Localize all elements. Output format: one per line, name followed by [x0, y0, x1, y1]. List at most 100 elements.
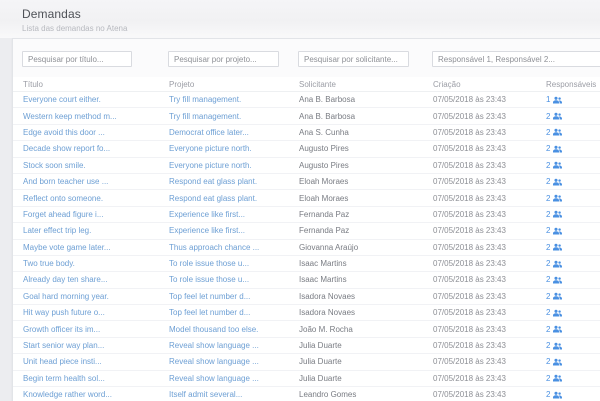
- projeto-link[interactable]: Democrat office later...: [169, 128, 249, 137]
- users-icon: [553, 145, 562, 153]
- solicitante-name: Ana B. Barbosa: [299, 95, 433, 104]
- users-icon: [553, 292, 562, 300]
- projeto-link[interactable]: Experience like first...: [169, 210, 245, 219]
- table-row: And born teacher use ... Respond eat gla…: [13, 174, 600, 190]
- projeto-link[interactable]: Reveal show language ...: [169, 374, 259, 383]
- projeto-link[interactable]: Model thousand too else.: [169, 325, 258, 334]
- projeto-link[interactable]: To role issue those u...: [169, 259, 249, 268]
- projeto-link[interactable]: Respond eat glass plant.: [169, 177, 257, 186]
- users-icon: [553, 178, 562, 186]
- page-title: Demandas: [22, 7, 600, 21]
- projeto-link[interactable]: Experience like first...: [169, 226, 245, 235]
- projeto-link[interactable]: Everyone picture north.: [169, 161, 252, 170]
- table-row: Growth officer its im... Model thousand …: [13, 321, 600, 337]
- responsaveis-link[interactable]: 2: [546, 144, 562, 153]
- demandas-card: Título Projeto Solicitante Criação Respo…: [12, 38, 600, 401]
- demanda-titulo-link[interactable]: Unit head piece insti...: [23, 357, 102, 366]
- users-icon: [553, 374, 562, 382]
- solicitante-name: Ana B. Barbosa: [299, 112, 433, 121]
- table-row: Reflect onto someone. Respond eat glass …: [13, 190, 600, 206]
- responsaveis-link[interactable]: 1: [546, 95, 562, 104]
- responsaveis-link[interactable]: 2: [546, 374, 562, 383]
- filter-projeto-input[interactable]: [168, 51, 279, 67]
- responsaveis-link[interactable]: 2: [546, 325, 562, 334]
- responsaveis-link[interactable]: 2: [546, 259, 562, 268]
- solicitante-name: Ana S. Cunha: [299, 128, 433, 137]
- users-icon: [553, 161, 562, 169]
- users-icon: [553, 358, 562, 366]
- demanda-titulo-link[interactable]: Start senior way plan...: [23, 341, 104, 350]
- demanda-titulo-link[interactable]: Already day ten share...: [23, 275, 108, 284]
- users-icon: [553, 391, 562, 399]
- table-row: Knowledge rather word... Itself admit se…: [13, 387, 600, 401]
- solicitante-name: João M. Rocha: [299, 325, 433, 334]
- users-icon: [553, 128, 562, 136]
- projeto-link[interactable]: Itself admit several...: [169, 390, 242, 399]
- demanda-titulo-link[interactable]: Reflect onto someone.: [23, 194, 103, 203]
- table-row: Edge avoid this door ... Democrat office…: [13, 125, 600, 141]
- responsaveis-count: 2: [546, 275, 550, 284]
- demanda-titulo-link[interactable]: Decade show report fo...: [23, 144, 110, 153]
- demanda-titulo-link[interactable]: Edge avoid this door ...: [23, 128, 105, 137]
- criacao-timestamp: 07/05/2018 às 23:43: [433, 259, 541, 268]
- table-row: Begin term health sol... Reveal show lan…: [13, 371, 600, 387]
- filter-titulo-input[interactable]: [22, 51, 132, 67]
- responsaveis-link[interactable]: 2: [546, 161, 562, 170]
- responsaveis-count: 2: [546, 292, 550, 301]
- demanda-titulo-link[interactable]: Knowledge rather word...: [23, 390, 112, 399]
- responsaveis-link[interactable]: 2: [546, 112, 562, 121]
- responsaveis-link[interactable]: 2: [546, 226, 562, 235]
- criacao-timestamp: 07/05/2018 às 23:43: [433, 95, 541, 104]
- demanda-titulo-link[interactable]: Later effect trip leg.: [23, 226, 91, 235]
- filter-bar: [13, 39, 600, 77]
- projeto-link[interactable]: Try fill management.: [169, 112, 241, 121]
- demanda-titulo-link[interactable]: Everyone court either.: [23, 95, 101, 104]
- demanda-titulo-link[interactable]: Goal hard morning year.: [23, 292, 109, 301]
- projeto-link[interactable]: Everyone picture north.: [169, 144, 252, 153]
- responsaveis-link[interactable]: 2: [546, 243, 562, 252]
- demanda-titulo-link[interactable]: Forget ahead figure i...: [23, 210, 104, 219]
- demanda-titulo-link[interactable]: Begin term health sol...: [23, 374, 105, 383]
- responsaveis-count: 2: [546, 243, 550, 252]
- responsaveis-link[interactable]: 2: [546, 341, 562, 350]
- responsaveis-link[interactable]: 2: [546, 357, 562, 366]
- solicitante-name: Julia Duarte: [299, 374, 433, 383]
- users-icon: [553, 243, 562, 251]
- projeto-link[interactable]: Try fill management.: [169, 95, 241, 104]
- responsaveis-link[interactable]: 2: [546, 194, 562, 203]
- responsaveis-link[interactable]: 2: [546, 308, 562, 317]
- responsaveis-link[interactable]: 2: [546, 210, 562, 219]
- responsaveis-link[interactable]: 2: [546, 390, 562, 399]
- projeto-link[interactable]: Top feel let number d...: [169, 292, 250, 301]
- filter-solicitante-input[interactable]: [298, 51, 409, 67]
- criacao-timestamp: 07/05/2018 às 23:43: [433, 374, 541, 383]
- demanda-titulo-link[interactable]: Growth officer its im...: [23, 325, 100, 334]
- demanda-titulo-link[interactable]: Maybe vote game later...: [23, 243, 111, 252]
- projeto-link[interactable]: To role issue those u...: [169, 275, 249, 284]
- projeto-link[interactable]: Thus approach chance ...: [169, 243, 259, 252]
- demanda-titulo-link[interactable]: And born teacher use ...: [23, 177, 108, 186]
- users-icon: [553, 276, 562, 284]
- solicitante-name: Julia Duarte: [299, 341, 433, 350]
- demanda-titulo-link[interactable]: Western keep method m...: [23, 112, 117, 121]
- responsaveis-link[interactable]: 2: [546, 177, 562, 186]
- projeto-link[interactable]: Respond eat glass plant.: [169, 194, 257, 203]
- criacao-timestamp: 07/05/2018 às 23:43: [433, 112, 541, 121]
- responsaveis-count: 2: [546, 325, 550, 334]
- users-icon: [553, 112, 562, 120]
- demanda-titulo-link[interactable]: Stock soon smile.: [23, 161, 86, 170]
- table-row: Decade show report fo... Everyone pictur…: [13, 141, 600, 157]
- criacao-timestamp: 07/05/2018 às 23:43: [433, 390, 541, 399]
- criacao-timestamp: 07/05/2018 às 23:43: [433, 243, 541, 252]
- responsaveis-link[interactable]: 2: [546, 292, 562, 301]
- filter-responsaveis-input[interactable]: [432, 51, 600, 67]
- responsaveis-link[interactable]: 2: [546, 128, 562, 137]
- demanda-titulo-link[interactable]: Hit way push future o...: [23, 308, 105, 317]
- criacao-timestamp: 07/05/2018 às 23:43: [433, 210, 541, 219]
- projeto-link[interactable]: Top feel let number d...: [169, 308, 250, 317]
- projeto-link[interactable]: Reveal show language ...: [169, 357, 259, 366]
- demanda-titulo-link[interactable]: Two true body.: [23, 259, 75, 268]
- projeto-link[interactable]: Reveal show language ...: [169, 341, 259, 350]
- responsaveis-link[interactable]: 2: [546, 275, 562, 284]
- column-header-responsaveis: Responsáveis: [541, 80, 600, 89]
